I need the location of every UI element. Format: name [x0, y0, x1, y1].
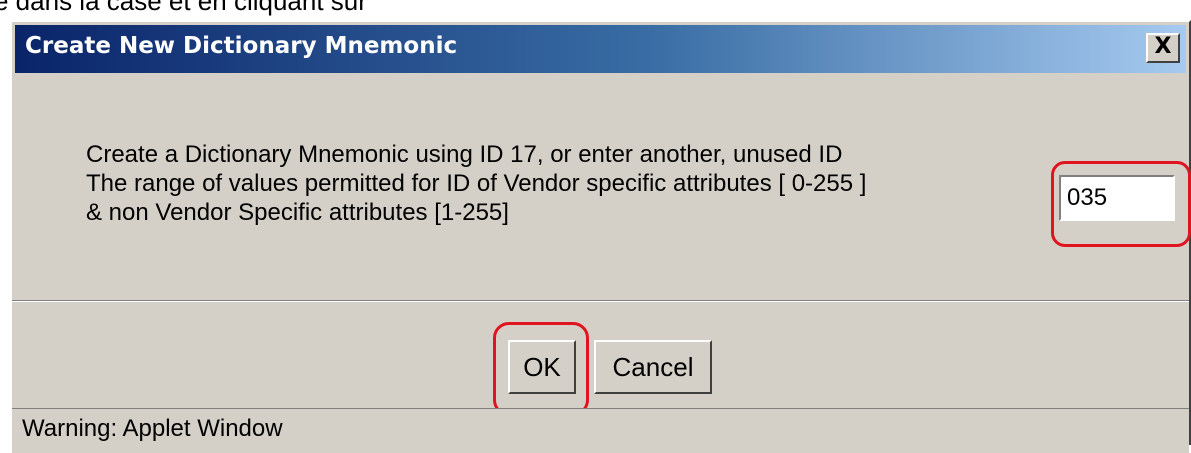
ok-button[interactable]: OK — [508, 340, 576, 394]
separator-line — [12, 300, 1189, 302]
id-input[interactable] — [1059, 175, 1175, 221]
dialog-message: Create a Dictionary Mnemonic using ID 17… — [86, 140, 1046, 227]
message-line-2: The range of values permitted for ID of … — [86, 170, 867, 197]
dialog-titlebar[interactable]: Create New Dictionary Mnemonic X — [15, 25, 1186, 73]
dialog-title: Create New Dictionary Mnemonic — [25, 33, 458, 59]
create-mnemonic-dialog: Create New Dictionary Mnemonic X Create … — [10, 20, 1191, 453]
status-text: Warning: Applet Window — [22, 415, 283, 442]
message-line-1: Create a Dictionary Mnemonic using ID 17… — [86, 141, 843, 168]
background-caption: e dans la case et en cliquant sur — [0, 0, 367, 16]
close-icon: X — [1154, 34, 1172, 59]
cancel-button[interactable]: Cancel — [594, 340, 712, 394]
status-bar: Warning: Applet Window — [12, 408, 1189, 453]
message-line-3: & non Vendor Specific attributes [1-255] — [86, 199, 509, 226]
close-button[interactable]: X — [1146, 33, 1180, 63]
